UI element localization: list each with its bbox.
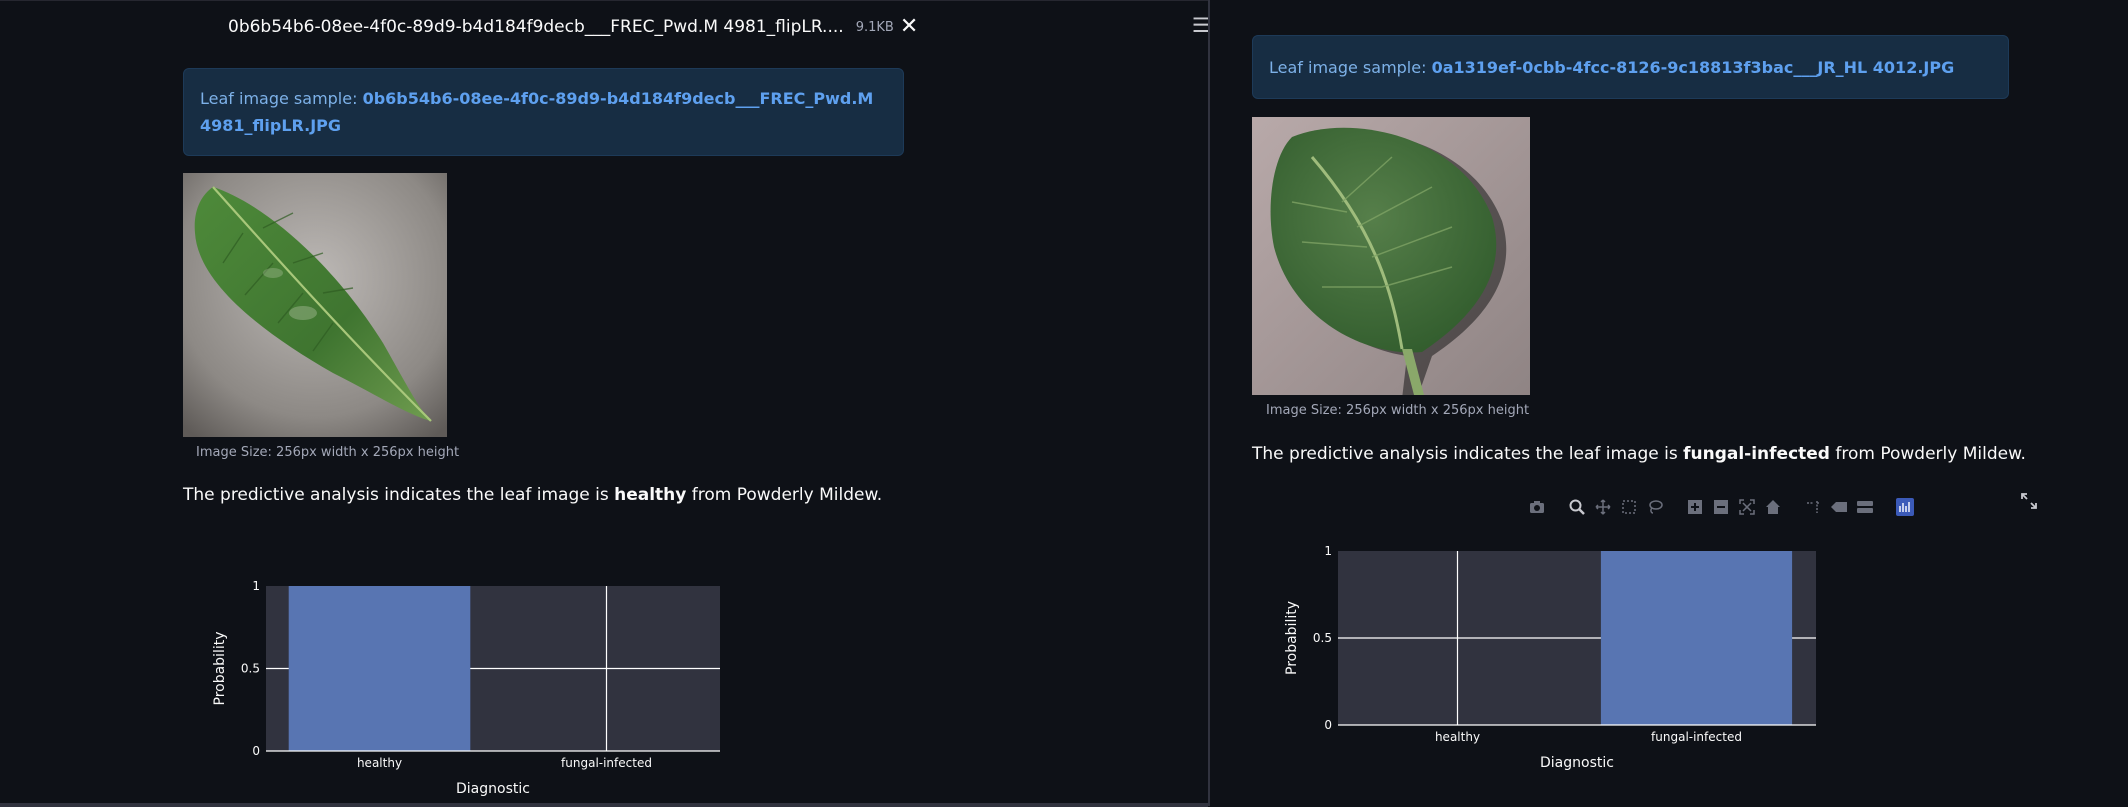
leaf-image [183,173,447,437]
bar-fungal-infected [1600,551,1793,725]
autoscale-icon[interactable] [1736,496,1758,518]
zoom-in-icon[interactable] [1684,496,1706,518]
image-size-caption: Image Size: 256px width x 256px height [1266,403,1530,418]
leaf-sample-info-box: Leaf image sample: 0b6b54b6-08ee-4f0c-89… [183,68,904,156]
pan-icon[interactable] [1592,496,1614,518]
x-tick-label: fungal-infected [1651,730,1742,744]
close-icon[interactable]: ✕ [900,16,918,38]
y-axis-title: Probability [212,631,228,705]
result-prefix: The predictive analysis indicates the le… [183,485,615,505]
y-axis-title: Probability [1284,601,1300,675]
probability-bar-chart: 0 0.5 1 healthy fungal-infected Diagnostic Pro… [212,579,720,797]
leaf-image [1252,117,1530,395]
result-label: fungal-infected [1683,444,1830,464]
hover-compare-icon[interactable] [1854,496,1876,518]
image-size-caption: Image Size: 256px width x 256px height [196,445,460,460]
reset-axes-icon[interactable] [1762,496,1784,518]
x-tick-label: fungal-infected [561,756,652,770]
zoom-icon[interactable] [1566,496,1588,518]
info-prefix: Leaf image sample: [200,89,363,108]
box-select-icon[interactable] [1618,496,1640,518]
probability-bar-chart: 0 0.5 1 healthy fungal-infected Diagnostic Pro… [1284,544,1816,771]
plotly-logo-icon[interactable] [1894,496,1916,518]
y-tick-label: 0 [252,744,260,758]
prediction-result-text: The predictive analysis indicates the le… [1252,444,2026,464]
y-tick-label: 0.5 [1313,631,1332,645]
plotly-modebar [1526,496,1916,518]
result-suffix: from Powderly Mildew. [686,485,883,505]
y-tick-label: 1 [1324,544,1332,558]
result-label: healthy [614,485,687,505]
zoom-out-icon[interactable] [1710,496,1732,518]
y-tick-label: 0 [1324,718,1332,732]
camera-icon[interactable] [1526,496,1548,518]
x-axis-title: Diagnostic [456,781,530,797]
fullscreen-icon[interactable] [2020,492,2038,514]
info-prefix: Leaf image sample: [1269,57,1432,77]
x-tick-label: healthy [357,756,402,770]
info-filename: 0a1319ef-0cbb-4fcc-8126-9c18813f3bac___J… [1431,57,1955,77]
uploaded-file-name: 0b6b54b6-08ee-4f0c-89d9-b4d184f9decb___F… [228,17,844,37]
spike-lines-icon[interactable] [1802,496,1824,518]
result-prefix: The predictive analysis indicates the le… [1252,444,1684,464]
x-tick-label: healthy [1435,730,1480,744]
uploaded-file-row: 0b6b54b6-08ee-4f0c-89d9-b4d184f9decb___F… [204,13,918,41]
lasso-select-icon[interactable] [1644,496,1666,518]
bar-healthy [288,586,471,751]
leaf-sample-info-box: Leaf image sample: 0a1319ef-0cbb-4fcc-81… [1252,35,2009,99]
y-tick-label: 1 [252,579,260,593]
hover-closest-icon[interactable] [1828,496,1850,518]
prediction-result-text: The predictive analysis indicates the le… [183,485,882,505]
uploaded-file-size: 9.1KB [855,19,894,35]
x-axis-title: Diagnostic [1540,755,1614,771]
result-suffix: from Powderly Mildew. [1829,444,2026,464]
y-tick-label: 0.5 [241,662,260,676]
